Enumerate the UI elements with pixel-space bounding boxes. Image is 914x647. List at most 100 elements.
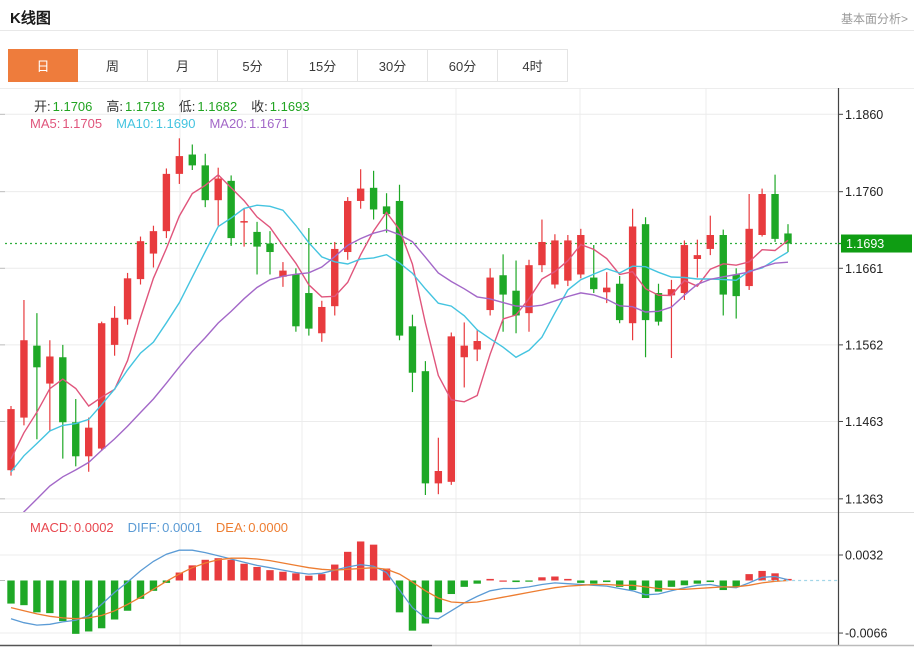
tab-5分[interactable]: 5分 [218,49,288,82]
chart-canvas[interactable]: 1.18601.17601.16611.15621.14631.13630.00… [0,88,914,647]
macd-bar [448,580,455,594]
candle-body [176,156,183,174]
macd-bar [240,564,247,581]
candle-body [266,244,273,253]
macd-bar [7,580,14,603]
candle-body [448,336,455,481]
period-tabbar: 日周月5分15分30分60分4时 [8,49,568,82]
candle-body [7,409,14,470]
candle-body [46,356,53,383]
candle-body [745,229,752,286]
candle-body [707,235,714,249]
candle-body [422,371,429,483]
macd-bar [33,580,40,612]
candle-body [577,235,584,274]
candle-body [616,284,623,320]
macd-bar [227,560,234,581]
candle-body [189,155,196,166]
candle-body [642,224,649,320]
current-price-badge-label: 1.1693 [846,237,884,251]
macd-bar [396,580,403,612]
candle-body [33,346,40,368]
tab-15分[interactable]: 15分 [288,49,358,82]
tab-周[interactable]: 周 [78,49,148,82]
macd-bar [85,580,92,631]
macd-bar [603,580,610,582]
macd-bar [370,545,377,581]
candle-body [771,194,778,239]
candle-body [20,340,27,417]
candle-body [758,194,765,235]
price-axis-label: 1.1860 [845,108,883,122]
candle-body [474,341,481,350]
tab-月[interactable]: 月 [148,49,218,82]
candle-body [85,428,92,457]
price-axis-label: 1.1363 [845,492,883,506]
candle-body [603,288,610,293]
candle-body [486,278,493,310]
macd-axis-label: -0.0066 [845,627,887,641]
macd-bar [577,580,584,582]
candle-body [538,242,545,265]
candle-body [215,179,222,201]
candle-body [435,471,442,483]
macd-bar [215,558,222,580]
fundamental-analysis-link[interactable]: 基本面分析> [841,10,908,27]
candle-body [681,245,688,293]
price-axis-label: 1.1661 [845,262,883,276]
candle-body [72,422,79,456]
macd-bar [694,580,701,583]
tab-60分[interactable]: 60分 [428,49,498,82]
candle-body [59,357,66,422]
macd-bar [745,574,752,580]
candle-body [124,278,131,319]
macd-bar [681,580,688,585]
macd-bar [59,580,66,621]
macd-bar [292,573,299,580]
candle-body [240,221,247,223]
macd-bar [551,577,558,581]
candle-body [357,189,364,201]
candle-body [370,188,377,210]
macd-bar [655,580,662,591]
kline-chart-area: 1.18601.17601.16611.15621.14631.13630.00… [0,88,914,647]
candle-body [98,323,105,448]
price-axis-label: 1.1463 [845,415,883,429]
macd-axis-label: 0.0032 [845,549,883,563]
macd-bar [461,580,468,586]
candle-body [318,307,325,333]
macd-bar [474,580,481,583]
macd-bar [525,580,532,581]
macd-bar [305,576,312,581]
candle-body [111,318,118,345]
candle-body [409,326,416,372]
page-title: K线图 [10,7,51,28]
candle-body [137,241,144,279]
candle-body [396,201,403,336]
macd-bar [331,565,338,581]
macd-bar [486,579,493,581]
candle-body [499,275,506,294]
candle-body [150,231,157,253]
candle-body [551,240,558,284]
macd-bar [538,577,545,580]
macd-bar [720,580,727,590]
tab-日[interactable]: 日 [8,49,78,82]
tab-30分[interactable]: 30分 [358,49,428,82]
macd-bar [499,580,506,581]
macd-bar [357,541,364,580]
macd-bar [266,570,273,580]
macd-bar [279,572,286,581]
candle-body [694,255,701,259]
macd-bar [564,579,571,581]
macd-bar [409,580,416,630]
candle-body [253,232,260,247]
macd-bar [20,580,27,605]
price-axis-label: 1.1760 [845,185,883,199]
macd-bar [111,580,118,619]
tab-4时[interactable]: 4时 [498,49,568,82]
macd-bar [590,580,597,583]
candle-body [163,174,170,231]
macd-bar [512,580,519,582]
widget-header: K线图 基本面分析> [0,0,914,31]
